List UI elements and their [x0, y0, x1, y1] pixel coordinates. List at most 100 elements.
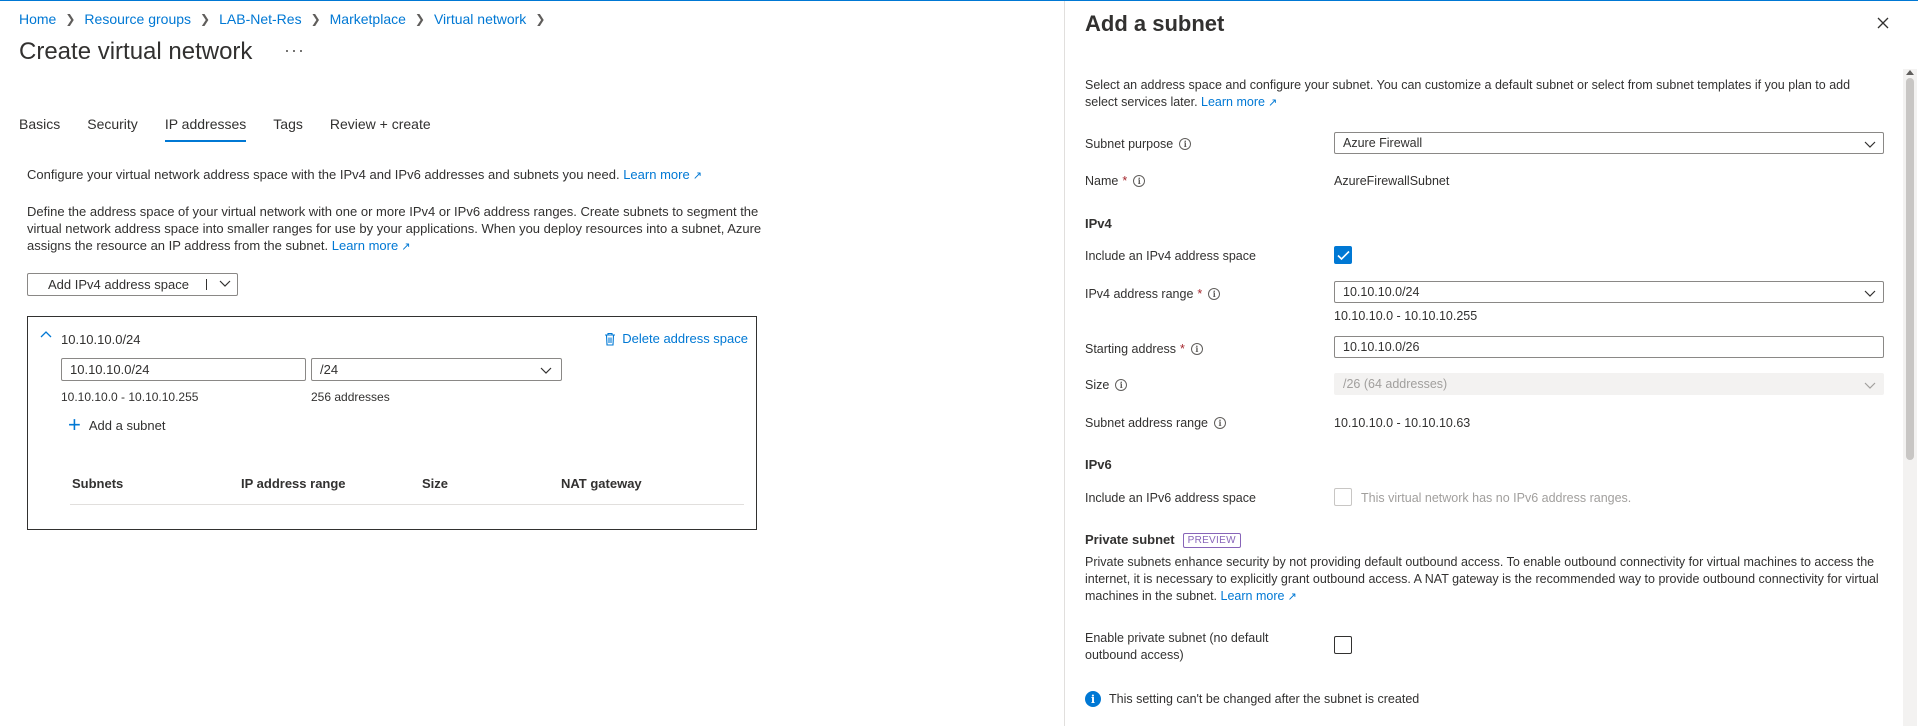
starting-address-input[interactable]	[1334, 336, 1884, 358]
enable-private-subnet-checkbox[interactable]	[1334, 636, 1352, 654]
subnet-purpose-select[interactable]: Azure Firewall	[1334, 132, 1884, 154]
intro-text: Configure your virtual network address s…	[27, 166, 767, 185]
private-subnet-heading: Private subnet PREVIEW	[1085, 532, 1241, 548]
breadcrumb-marketplace[interactable]: Marketplace	[330, 11, 406, 27]
starting-address-label: Starting address * i	[1085, 342, 1203, 356]
subnet-purpose-value: Azure Firewall	[1343, 136, 1423, 150]
breadcrumb: Home ❯ Resource groups ❯ LAB-Net-Res ❯ M…	[19, 11, 554, 27]
plus-icon: +	[68, 412, 81, 437]
info-icon[interactable]: i	[1115, 379, 1128, 391]
tab-security[interactable]: Security	[87, 116, 138, 140]
subnet-range-label-text: Subnet address range	[1085, 416, 1209, 430]
add-subnet-label: Add a subnet	[88, 417, 166, 433]
add-subnet-button[interactable]: + Add a subnet	[68, 412, 166, 437]
address-space-description: Define the address space of your virtual…	[27, 203, 767, 256]
address-space-size-select[interactable]: /24	[311, 358, 562, 381]
trash-icon	[605, 332, 616, 346]
delete-address-space-button[interactable]: Delete address space	[604, 331, 748, 346]
info-icon[interactable]: i	[1208, 288, 1221, 300]
column-subnets: Subnets	[72, 476, 124, 491]
column-size: Size	[422, 476, 449, 491]
panel-title: Add a subnet	[1085, 11, 1225, 36]
ipv4-range-select[interactable]: 10.10.10.0/24	[1334, 281, 1884, 303]
chevron-up-icon[interactable]	[39, 328, 53, 345]
chevron-right-icon: ❯	[535, 12, 546, 26]
scroll-up-arrow[interactable]	[1906, 70, 1914, 75]
ipv4-range-value: 10.10.10.0/24	[1343, 285, 1420, 299]
create-vnet-page: Home ❯ Resource groups ❯ LAB-Net-Res ❯ M…	[0, 0, 1060, 726]
info-message-text: This setting can't be changed after the …	[1109, 692, 1420, 706]
more-icon[interactable]: ···	[284, 40, 305, 61]
panel-learn-more-link[interactable]: Learn more ↗	[1201, 95, 1277, 109]
breadcrumb-virtual-network[interactable]: Virtual network	[434, 11, 526, 27]
table-divider	[70, 504, 744, 505]
tab-review-create[interactable]: Review + create	[330, 116, 431, 140]
tab-tags[interactable]: Tags	[273, 116, 303, 140]
breadcrumb-resource-groups[interactable]: Resource groups	[84, 11, 191, 27]
enable-private-subnet-label: Enable private subnet (no default outbou…	[1085, 631, 1269, 662]
ipv4-range-label: IPv4 address range * i	[1085, 287, 1221, 301]
size-value: /26 (64 addresses)	[1343, 377, 1448, 391]
chevron-right-icon: ❯	[200, 12, 211, 26]
external-link-icon: ↗	[401, 241, 411, 253]
info-icon[interactable]: i	[1190, 343, 1203, 355]
include-ipv6-label: Include an IPv6 address space	[1085, 491, 1256, 505]
learn-more-label: Learn more	[331, 238, 399, 253]
info-icon[interactable]: i	[1133, 175, 1146, 187]
checkmark-icon	[1337, 250, 1350, 261]
starting-address-label-text: Starting address	[1085, 342, 1177, 356]
breadcrumb-home[interactable]: Home	[19, 11, 56, 27]
info-icon[interactable]: i	[1179, 138, 1192, 150]
info-message: i This setting can't be changed after th…	[1085, 691, 1419, 707]
address-space-count: 256 addresses	[311, 390, 390, 404]
add-ipv4-address-space-label: Add IPv4 address space	[48, 277, 189, 292]
name-label-text: Name	[1085, 174, 1119, 188]
breadcrumb-resource-group[interactable]: LAB-Net-Res	[219, 11, 301, 27]
tab-ip-addresses[interactable]: IP addresses	[164, 116, 247, 142]
name-label: Name * i	[1085, 174, 1146, 188]
ipv6-heading: IPv6	[1085, 457, 1112, 472]
include-ipv4-checkbox[interactable]	[1334, 246, 1352, 264]
subnet-range-value: 10.10.10.0 - 10.10.10.63	[1334, 416, 1471, 430]
info-icon: i	[1085, 691, 1101, 707]
intro-line-1: Configure your virtual network address s…	[27, 167, 620, 182]
ipv4-heading: IPv4	[1085, 216, 1112, 231]
include-ipv4-label-text: Include an IPv4 address space	[1085, 249, 1256, 263]
size-label-text: Size	[1085, 378, 1110, 392]
subnet-range-label: Subnet address range i	[1085, 416, 1227, 430]
preview-badge: PREVIEW	[1182, 533, 1241, 548]
column-nat-gateway: NAT gateway	[561, 476, 642, 491]
split-divider	[206, 279, 207, 290]
size-select: /26 (64 addresses)	[1334, 373, 1884, 395]
external-link-icon: ↗	[1287, 591, 1297, 603]
address-space-range: 10.10.10.0 - 10.10.10.255	[61, 390, 199, 404]
chevron-down-icon	[539, 363, 553, 380]
info-icon[interactable]: i	[1214, 417, 1227, 429]
subnet-purpose-label-text: Subnet purpose	[1085, 137, 1174, 151]
page-title: Create virtual network	[19, 38, 253, 65]
panel-intro: Select an address space and configure yo…	[1085, 77, 1885, 112]
private-subnet-heading-text: Private subnet	[1085, 532, 1175, 547]
learn-more-link[interactable]: Learn more ↗	[332, 238, 411, 253]
chevron-down-icon[interactable]	[217, 275, 233, 294]
external-link-icon: ↗	[692, 170, 702, 182]
address-space-input[interactable]	[61, 358, 306, 381]
include-ipv6-checkbox	[1334, 488, 1352, 506]
private-learn-more-link[interactable]: Learn more ↗	[1221, 589, 1297, 603]
subnet-purpose-label: Subnet purpose i	[1085, 137, 1192, 151]
size-label: Size i	[1085, 378, 1128, 392]
private-learn-more-label: Learn more	[1220, 589, 1285, 603]
required-marker: *	[1180, 342, 1185, 356]
include-ipv6-label-text: Include an IPv6 address space	[1085, 491, 1256, 505]
add-subnet-panel: Add a subnet Select an address space and…	[1064, 1, 1918, 726]
scroll-thumb[interactable]	[1906, 78, 1914, 460]
panel-scrollbar[interactable]	[1903, 69, 1917, 726]
learn-more-link[interactable]: Learn more ↗	[623, 167, 702, 182]
name-value: AzureFirewallSubnet	[1334, 174, 1450, 188]
delete-address-space-label: Delete address space	[622, 331, 748, 346]
close-icon[interactable]	[1876, 16, 1890, 33]
tab-basics[interactable]: Basics	[19, 116, 60, 140]
private-subnet-description-text: Private subnets enhance security by not …	[1085, 555, 1879, 603]
add-ipv4-address-space-button[interactable]: Add IPv4 address space	[27, 273, 238, 296]
column-ip-address-range: IP address range	[241, 476, 346, 491]
